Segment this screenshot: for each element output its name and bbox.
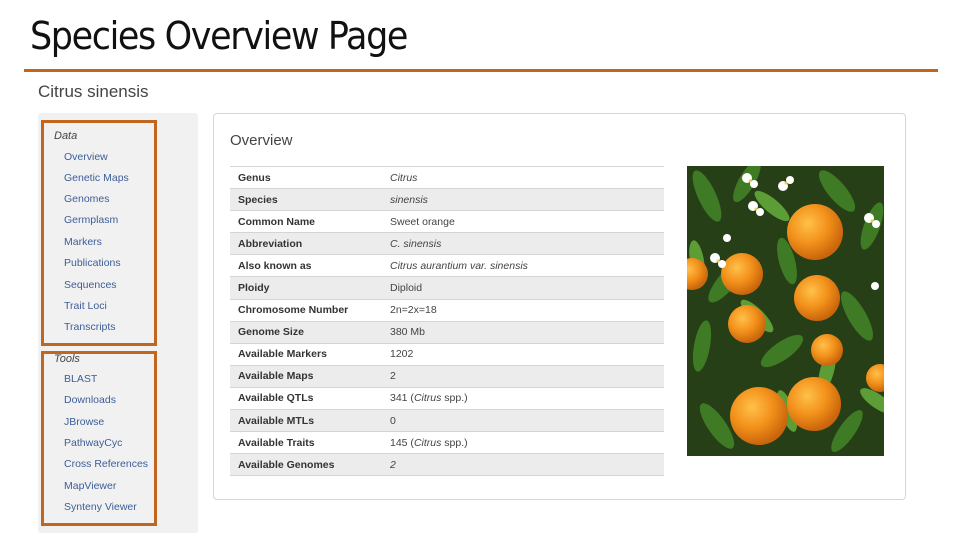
row-label: Species (238, 193, 278, 206)
overview-title: Overview (230, 132, 293, 149)
row-value: 341 (Citrus spp.) (382, 387, 664, 409)
table-row: Available Genomes 2 (230, 453, 664, 476)
table-row: Common Name Sweet orange (230, 210, 664, 233)
sidebar-item-transcripts[interactable]: Transcripts (64, 321, 116, 333)
table-row: Chromosome Number 2n=2x=18 (230, 299, 664, 321)
row-label: Available Markers (238, 348, 327, 361)
table-row: Available Markers 1202 (230, 343, 664, 365)
table-row: Abbreviation C. sinensis (230, 232, 664, 255)
table-row: Also known as Citrus aurantium var. sine… (230, 254, 664, 277)
sidebar-item-jbrowse[interactable]: JBrowse (64, 416, 104, 428)
sidebar: Data Overview Genetic Maps Genomes Germp… (38, 113, 198, 533)
orange-tree-photo (687, 166, 884, 456)
row-value: 1202 (390, 348, 414, 361)
sidebar-data-group: Data Overview Genetic Maps Genomes Germp… (41, 120, 157, 346)
sidebar-tools-group: Tools BLAST Downloads JBrowse PathwayCyc… (41, 351, 157, 526)
value-tail: spp.) (441, 392, 468, 405)
row-label: Available Genomes (238, 458, 335, 471)
row-label: Available Traits (238, 436, 315, 449)
sidebar-item-blast[interactable]: BLAST (64, 373, 97, 385)
table-row: Species sinensis (230, 188, 664, 211)
title-divider (24, 69, 938, 72)
row-value: 2 (390, 370, 396, 383)
value-tail: var. sinensis (467, 259, 528, 272)
overview-table: Genus Citrus Species sinensis Common Nam… (230, 166, 664, 476)
value-italic: Citrus (413, 436, 442, 449)
overview-panel: Overview Genus Citrus Species sinensis C… (213, 113, 906, 500)
sidebar-item-genetic-maps[interactable]: Genetic Maps (64, 172, 129, 184)
row-label: Common Name (238, 215, 316, 228)
sidebar-item-germplasm[interactable]: Germplasm (64, 214, 118, 226)
table-row: Available QTLs 341 (Citrus spp.) (230, 387, 664, 409)
row-value: 145 (Citrus spp.) (382, 432, 664, 454)
table-row: Available Maps 2 (230, 365, 664, 388)
sidebar-item-genomes[interactable]: Genomes (64, 193, 110, 205)
row-value: C. sinensis (390, 237, 442, 250)
sidebar-item-mapviewer[interactable]: MapViewer (64, 480, 116, 492)
row-label: Genus (238, 171, 271, 184)
row-label: Also known as (238, 259, 312, 272)
sidebar-item-publications[interactable]: Publications (64, 257, 121, 269)
row-label: Genome Size (238, 326, 304, 339)
row-value: Sweet orange (390, 215, 455, 228)
value-head: 341 ( (390, 392, 414, 405)
value-tail: spp.) (441, 436, 468, 449)
sidebar-item-downloads[interactable]: Downloads (64, 394, 116, 406)
sidebar-item-cross-references[interactable]: Cross References (64, 458, 148, 470)
table-row: Genus Citrus (230, 166, 664, 189)
table-row: Available MTLs 0 (230, 409, 664, 432)
orange-tree-illustration (687, 166, 884, 456)
value-head: 145 ( (390, 436, 414, 449)
slide-title: Species Overview Page (30, 14, 408, 58)
row-label: Chromosome Number (238, 304, 349, 317)
sidebar-item-synteny-viewer[interactable]: Synteny Viewer (64, 501, 137, 513)
table-row: Ploidy Diploid (230, 276, 664, 300)
value-italic: Citrus (413, 392, 442, 405)
row-value: Citrus aurantium var. sinensis (382, 255, 664, 277)
row-value: Citrus (390, 171, 418, 184)
row-value: 2 (390, 458, 396, 471)
row-label: Available MTLs (238, 414, 315, 427)
row-label: Abbreviation (238, 237, 303, 250)
row-label: Ploidy (238, 282, 270, 295)
value-italic: Citrus aurantium (390, 259, 468, 272)
sidebar-tools-label: Tools (54, 353, 80, 365)
sidebar-item-overview[interactable]: Overview (64, 151, 108, 163)
sidebar-item-markers[interactable]: Markers (64, 236, 102, 248)
row-label: Available QTLs (238, 392, 314, 405)
row-value: 0 (390, 414, 396, 427)
table-row: Genome Size 380 Mb (230, 321, 664, 344)
row-value: 380 Mb (390, 326, 426, 339)
species-heading: Citrus sinensis (38, 82, 149, 101)
sidebar-data-label: Data (54, 130, 78, 142)
row-value: sinensis (390, 193, 428, 206)
row-label: Available Maps (238, 370, 314, 383)
row-value: Diploid (390, 282, 423, 295)
row-value: 2n=2x=18 (390, 304, 437, 317)
sidebar-item-pathwaycyc[interactable]: PathwayCyc (64, 437, 122, 449)
sidebar-item-trait-loci[interactable]: Trait Loci (64, 300, 107, 312)
sidebar-item-sequences[interactable]: Sequences (64, 279, 117, 291)
table-row: Available Traits 145 (Citrus spp.) (230, 431, 664, 454)
